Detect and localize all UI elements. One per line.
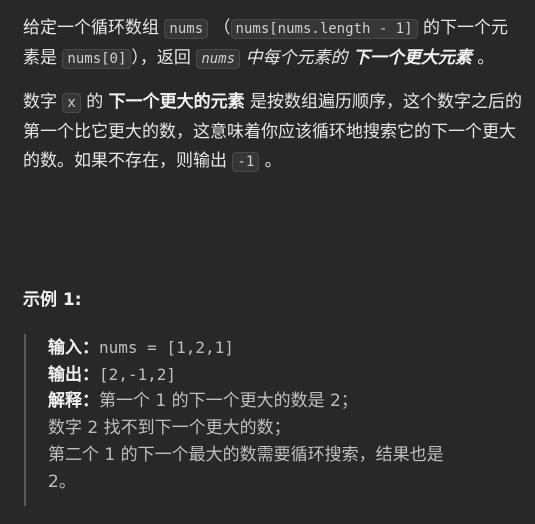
text: ），返回: [131, 48, 197, 68]
problem-paragraph-1: 给定一个循环数组 nums （nums[nums.length - 1] 的下一…: [23, 14, 523, 74]
inline-code-nums: nums: [164, 19, 209, 39]
problem-paragraph-2: 数字 x 的 下一个更大的元素 是按数组遍历顺序，这个数字之后的第一个比它更大的…: [23, 88, 523, 177]
text: 数字: [23, 92, 63, 112]
example-block: 输入：nums = [1,2,1] 输出：[2,-1,2] 解释：第一个 1 的…: [24, 334, 521, 506]
inline-code-last-element: nums[nums.length - 1]: [230, 19, 418, 39]
text: 。: [471, 48, 495, 68]
example-input-line: 输入：nums = [1,2,1]: [48, 334, 518, 361]
inline-code-first-element: nums[0]: [62, 49, 132, 69]
example-title: 示例 1:: [23, 290, 82, 310]
inline-code-nums-italic: nums: [196, 49, 241, 69]
text: 。: [259, 151, 282, 171]
output-label: 输出：: [48, 365, 99, 385]
text: 中每个元素的: [240, 48, 353, 68]
inline-code-minus-one: -1: [232, 152, 260, 172]
output-value: [2,-1,2]: [99, 365, 177, 384]
text: （: [208, 18, 231, 38]
explain-text-3: 第二个 1 的下一个最大的数需要循环搜索，结果也是: [48, 445, 444, 465]
problem-description: 给定一个循环数组 nums （nums[nums.length - 1] 的下一…: [23, 14, 523, 177]
explain-text-4: 2。: [48, 472, 76, 492]
example-explain-line: 解释：第一个 1 的下一个更大的数是 2；: [48, 388, 518, 415]
bold-term-next-greater-element: 下一个更大的元素: [108, 92, 245, 112]
inline-code-x: x: [62, 93, 81, 113]
input-value: nums = [1,2,1]: [99, 338, 234, 357]
bold-term-next-greater: 下一个更大元素: [352, 48, 472, 68]
text: 给定一个循环数组: [23, 18, 165, 38]
explain-text-2: 数字 2 找不到下一个更大的数；: [48, 418, 291, 438]
input-label: 输入：: [48, 338, 99, 358]
explain-label: 解释：: [48, 391, 99, 411]
example-output-line: 输出：[2,-1,2]: [48, 361, 518, 388]
explain-text-1: 第一个 1 的下一个更大的数是 2；: [99, 391, 358, 411]
text: 的: [80, 92, 109, 112]
